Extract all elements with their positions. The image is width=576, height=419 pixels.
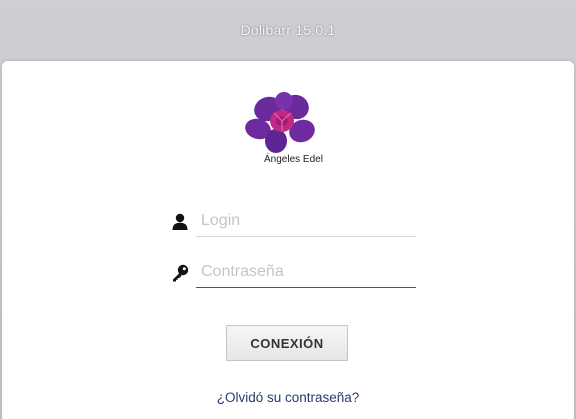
login-card: Ángeles Edel CONEXIÓN ¿Olvidó su contras… xyxy=(2,61,574,419)
company-logo: Ángeles Edel xyxy=(238,91,338,171)
key-icon xyxy=(170,263,190,283)
login-input[interactable] xyxy=(196,206,416,237)
logo-text: Ángeles Edel xyxy=(264,154,323,165)
login-submit-button[interactable]: CONEXIÓN xyxy=(226,325,348,361)
forgot-password-link[interactable]: ¿Olvidó su contraseña? xyxy=(2,390,574,405)
orchid-flower-logo-icon xyxy=(245,92,315,153)
login-row xyxy=(170,206,416,238)
password-input[interactable] xyxy=(196,257,416,288)
app-title: Dolibarr 15.0.1 xyxy=(240,22,336,38)
password-row xyxy=(170,257,416,289)
user-icon xyxy=(170,212,190,232)
